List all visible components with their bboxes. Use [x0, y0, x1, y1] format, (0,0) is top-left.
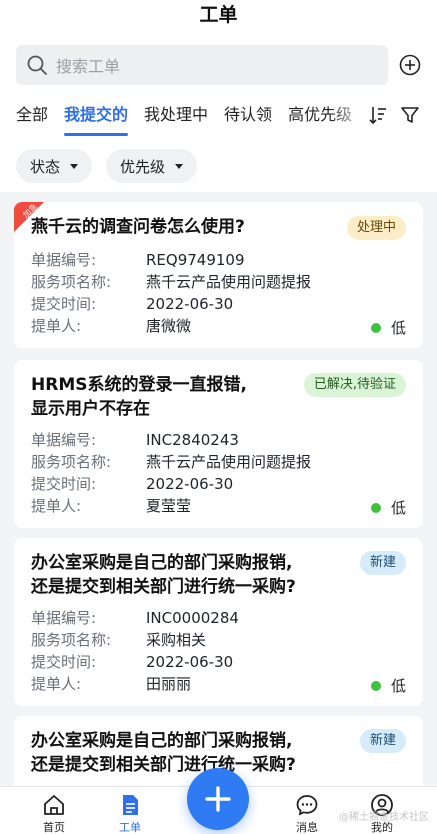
- tab-bar: 全部 我提交的 我处理中 待认领 高优先级: [0, 90, 437, 140]
- tab-processing[interactable]: 我处理中: [144, 90, 208, 140]
- tab-all[interactable]: 全部: [16, 90, 48, 140]
- ticket-number-row: 单据编号: REQ9749109: [31, 249, 411, 271]
- plus-icon: [205, 786, 231, 812]
- priority-label: 低: [390, 319, 406, 337]
- priority-label: 低: [390, 677, 406, 695]
- submitter-row: 提单人: 唐微微: [31, 315, 411, 337]
- field-label: 单据编号:: [31, 431, 97, 449]
- status-badge: 已解决,待验证: [303, 373, 406, 397]
- submitter-name: 唐微微: [146, 317, 192, 335]
- ticket-title: 燕千云的调查问卷怎么使用?: [31, 217, 245, 237]
- search-placeholder: 搜索工单: [56, 57, 121, 76]
- ticket-title-line1: 办公室采购是自己的部门采购报销,: [31, 731, 293, 751]
- service-name: 燕千云产品使用问题提报: [146, 273, 312, 291]
- search-icon: [27, 55, 47, 75]
- service-name: 燕千云产品使用问题提报: [146, 453, 312, 471]
- ticket-title-line1: 办公室采购是自己的部门采购报销,: [31, 553, 293, 573]
- ticket-number-row: 单据编号: INC0000284: [31, 607, 411, 629]
- service-row: 服务项名称: 燕千云产品使用问题提报: [31, 451, 411, 473]
- ticket-title-line2: 还是提交到相关部门进行统一采购?: [31, 755, 296, 775]
- priority-dot-icon: [370, 502, 381, 513]
- submitter-row: 提单人: 田丽丽: [31, 673, 411, 695]
- ticket-card[interactable]: HRMS系统的登录一直报错, 显示用户不存在 已解决,待验证 单据编号: INC…: [14, 360, 423, 528]
- tab-to-claim[interactable]: 待认领: [224, 90, 272, 140]
- field-label: 提交时间:: [31, 653, 97, 671]
- filter-icon[interactable]: [400, 105, 420, 125]
- submitter-row: 提单人: 夏莹莹: [31, 495, 411, 517]
- watermark: @稀土掘金技术社区: [339, 812, 429, 823]
- ticket-number-row: 单据编号: INC2840243: [31, 429, 411, 451]
- search-bar: 搜索工单: [0, 40, 437, 90]
- nav-home-label: 首页: [43, 821, 65, 834]
- app-header: 工单: [0, 0, 437, 40]
- ticket-card[interactable]: 办公室采购是自己的部门采购报销, 还是提交到相关部门进行统一采购? 新建 单据编…: [14, 538, 423, 706]
- field-label: 单据编号:: [31, 609, 97, 627]
- search-input[interactable]: 搜索工单: [16, 45, 388, 85]
- priority-indicator: 低: [370, 675, 406, 696]
- submitter-name: 夏莹莹: [146, 497, 192, 515]
- ticket-number: INC2840243: [146, 431, 239, 449]
- status-filter-label: 状态: [30, 157, 61, 176]
- nav-messages-label: 消息: [296, 821, 318, 834]
- sort-icon[interactable]: [368, 105, 388, 125]
- chat-bubble-icon: [296, 795, 318, 816]
- filter-bar: 状态 优先级: [0, 140, 437, 192]
- tabs-fade-overlay: [330, 90, 366, 140]
- field-label: 单据编号:: [31, 251, 97, 269]
- priority-indicator: 低: [370, 497, 406, 518]
- field-label: 提单人:: [31, 675, 82, 693]
- service-row: 服务项名称: 采购相关: [31, 629, 411, 651]
- priority-label: 低: [390, 499, 406, 517]
- status-badge: 新建: [359, 551, 406, 575]
- field-label: 提单人:: [31, 317, 82, 335]
- nav-home[interactable]: 首页: [24, 793, 84, 834]
- field-label: 服务项名称:: [31, 631, 112, 649]
- field-label: 服务项名称:: [31, 453, 112, 471]
- priority-dot-icon: [370, 680, 381, 691]
- priority-dot-icon: [370, 322, 381, 333]
- nav-messages[interactable]: 消息: [277, 793, 337, 834]
- priority-filter-dropdown[interactable]: 优先级: [106, 149, 198, 183]
- create-ticket-button[interactable]: [187, 768, 249, 830]
- ticket-number: REQ9749109: [146, 251, 245, 269]
- nav-tickets-label: 工单: [119, 821, 141, 834]
- field-label: 提单人:: [31, 497, 82, 515]
- ticket-number: INC0000284: [146, 609, 239, 627]
- service-name: 采购相关: [146, 631, 207, 649]
- status-badge: 处理中: [346, 216, 406, 240]
- priority-filter-label: 优先级: [120, 157, 166, 176]
- add-circle-icon[interactable]: [399, 54, 421, 76]
- page-title: 工单: [199, 4, 238, 26]
- time-row: 提交时间: 2022-06-30: [31, 651, 411, 673]
- submit-time: 2022-06-30: [146, 653, 234, 671]
- time-row: 提交时间: 2022-06-30: [31, 473, 411, 495]
- submit-time: 2022-06-30: [146, 475, 234, 493]
- status-badge: 新建: [359, 729, 406, 753]
- submit-time: 2022-06-30: [146, 295, 234, 313]
- ticket-title-line2: 还是提交到相关部门进行统一采购?: [31, 577, 296, 597]
- caret-down-icon: [70, 163, 79, 169]
- status-filter-dropdown[interactable]: 状态: [16, 149, 93, 183]
- field-label: 提交时间:: [31, 295, 97, 313]
- submitter-name: 田丽丽: [146, 675, 192, 693]
- caret-down-icon: [175, 163, 184, 169]
- priority-indicator: 低: [370, 317, 406, 338]
- document-icon: [123, 795, 138, 815]
- service-row: 服务项名称: 燕千云产品使用问题提报: [31, 271, 411, 293]
- tab-submitted-by-me[interactable]: 我提交的: [64, 90, 129, 140]
- time-row: 提交时间: 2022-06-30: [31, 293, 411, 315]
- field-label: 提交时间:: [31, 475, 97, 493]
- home-icon: [44, 795, 64, 815]
- ticket-title-line2: 显示用户不存在: [31, 399, 150, 419]
- nav-tickets[interactable]: 工单: [100, 793, 160, 834]
- ticket-card[interactable]: 加急 燕千云的调查问卷怎么使用? 处理中 单据编号: REQ9749109 服务…: [14, 202, 423, 348]
- ticket-title-line1: HRMS系统的登录一直报错,: [31, 375, 247, 395]
- field-label: 服务项名称:: [31, 273, 112, 291]
